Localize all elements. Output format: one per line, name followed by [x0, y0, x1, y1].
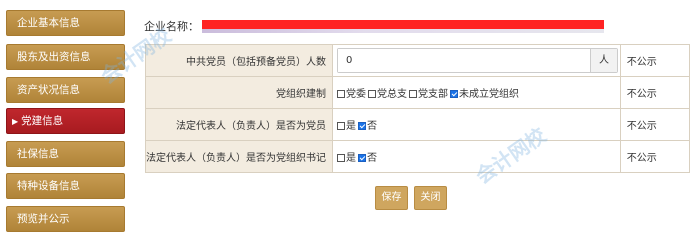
option-label: 否	[367, 153, 377, 164]
option-no[interactable]: 否	[358, 121, 377, 132]
option-yes[interactable]: 是	[337, 121, 356, 132]
checkbox-unchecked-icon[interactable]	[409, 90, 417, 98]
public-status: 不公示	[619, 108, 691, 141]
option-label: 党委	[346, 89, 366, 100]
sidebar-item-label: 党建信息	[21, 115, 64, 127]
table-row: 法定代表人（负责人）是否为党员 是否 不公示	[145, 108, 691, 141]
company-name-row: 企业名称：	[144, 19, 614, 35]
option-no-party-organization[interactable]: 未成立党组织	[450, 89, 519, 100]
active-arrow-icon: ▶	[12, 117, 19, 126]
option-label: 是	[346, 121, 356, 132]
option-label: 党支部	[418, 89, 448, 100]
company-name-redaction	[202, 20, 604, 29]
sidebar-item-label: 预览并公示	[17, 213, 70, 225]
sidebar-item-shareholders[interactable]: 股东及出资信息	[6, 44, 125, 70]
option-label: 否	[367, 121, 377, 132]
option-label: 未成立党组织	[459, 89, 519, 100]
sidebar-item-label: 股东及出资信息	[17, 51, 91, 63]
party-building-form: 中共党员（包括预备党员）人数 人 不公示 党组织建制 党委党总支党支部未成立党组…	[145, 44, 691, 173]
save-button[interactable]: 保存	[375, 186, 408, 210]
public-status: 不公示	[619, 140, 691, 173]
sidebar-item-basic-info[interactable]: 企业基本信息	[6, 10, 125, 36]
checkbox-unchecked-icon[interactable]	[337, 90, 345, 98]
party-member-count-input[interactable]	[338, 49, 590, 72]
public-status: 不公示	[619, 44, 691, 77]
checkbox-unchecked-icon[interactable]	[368, 90, 376, 98]
company-name-label: 企业名称：	[144, 20, 199, 33]
sidebar-item-label: 社保信息	[17, 148, 59, 160]
table-row: 党组织建制 党委 党总支 党支部 未成立党组织 不公示	[145, 76, 691, 109]
option-no[interactable]: 否	[358, 153, 377, 164]
sidebar-item-preview-publish[interactable]: 预览并公示	[6, 206, 125, 232]
checkbox-checked-icon[interactable]	[358, 122, 366, 130]
legal-rep-party-member-label: 法定代表人（负责人）是否为党员	[145, 108, 333, 141]
unit-label: 人	[590, 49, 617, 72]
checkbox-unchecked-icon[interactable]	[337, 154, 345, 162]
public-status: 不公示	[619, 76, 691, 109]
sidebar-item-label: 企业基本信息	[17, 17, 80, 29]
party-organization-label: 党组织建制	[145, 76, 333, 109]
option-yes[interactable]: 是	[337, 153, 356, 164]
sidebar-item-label: 特种设备信息	[17, 180, 80, 192]
option-party-branch[interactable]: 党支部	[409, 89, 448, 100]
checkbox-checked-icon[interactable]	[450, 90, 458, 98]
close-button[interactable]: 关闭	[414, 186, 447, 210]
main-panel: 企业名称： 中共党员（包括预备党员）人数 人 不公示 党组织建制 党委党总支党支…	[144, 0, 691, 252]
sidebar-item-party-building[interactable]: ▶ 党建信息	[6, 108, 125, 134]
sidebar-nav: 企业基本信息 股东及出资信息 资产状况信息 ▶ 党建信息 社保信息 特种设备信息 …	[0, 0, 131, 252]
table-row: 法定代表人（负责人）是否为党组织书记 是否 不公示	[145, 140, 691, 173]
sidebar-item-special-equipment[interactable]: 特种设备信息	[6, 173, 125, 199]
option-party-general-branch[interactable]: 党总支	[368, 89, 407, 100]
legal-rep-party-secretary-label: 法定代表人（负责人）是否为党组织书记	[145, 140, 333, 173]
sidebar-item-assets[interactable]: 资产状况信息	[6, 77, 125, 103]
option-label: 党总支	[377, 89, 407, 100]
sidebar-item-social-security[interactable]: 社保信息	[6, 141, 125, 167]
party-member-count-field: 人	[337, 48, 618, 73]
checkbox-unchecked-icon[interactable]	[337, 122, 345, 130]
table-row: 中共党员（包括预备党员）人数 人 不公示	[145, 44, 691, 77]
sidebar-item-label: 资产状况信息	[17, 84, 80, 96]
option-party-committee[interactable]: 党委	[337, 89, 366, 100]
checkbox-checked-icon[interactable]	[358, 154, 366, 162]
party-member-count-label: 中共党员（包括预备党员）人数	[145, 44, 333, 77]
option-label: 是	[346, 153, 356, 164]
